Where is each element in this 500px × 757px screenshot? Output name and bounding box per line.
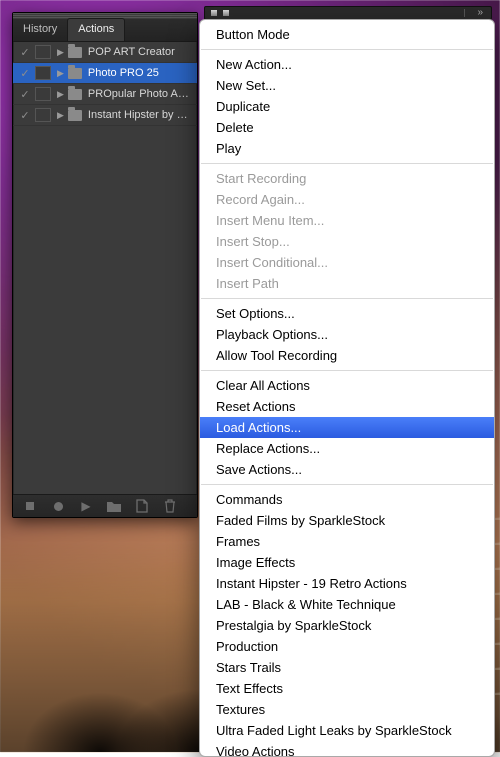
- disclosure-icon[interactable]: ▶: [57, 89, 64, 100]
- disclosure-icon[interactable]: ▶: [57, 110, 64, 121]
- menu-item[interactable]: New Set...: [200, 75, 494, 96]
- menu-separator: [201, 484, 493, 485]
- menu-item: Insert Stop...: [200, 231, 494, 252]
- folder-icon: [68, 68, 82, 79]
- dialog-toggle[interactable]: [35, 87, 51, 101]
- dialog-toggle[interactable]: [35, 45, 51, 59]
- tab-history[interactable]: History: [13, 19, 67, 41]
- checkmark-icon[interactable]: ✓: [17, 88, 33, 101]
- menu-item: Insert Menu Item...: [200, 210, 494, 231]
- action-set-row[interactable]: ✓ ▶ PROpular Photo Action: [13, 84, 197, 105]
- new-action-icon[interactable]: [135, 499, 149, 513]
- menu-item[interactable]: Commands: [200, 489, 494, 510]
- menu-item[interactable]: Load Actions...: [200, 417, 494, 438]
- menu-item[interactable]: Frames: [200, 531, 494, 552]
- actions-list: ✓ ▶ POP ART Creator ✓ ▶ Photo PRO 25 ✓ ▶ PROpula…: [13, 42, 197, 494]
- menu-item[interactable]: New Action...: [200, 54, 494, 75]
- actions-panel: History Actions ✓ ▶ POP ART Creator ✓ ▶ Photo…: [12, 12, 198, 518]
- disclosure-icon[interactable]: ▶: [57, 47, 64, 58]
- menu-item: Start Recording: [200, 168, 494, 189]
- action-set-label: POP ART Creator: [88, 46, 193, 58]
- menu-item[interactable]: Ultra Faded Light Leaks by SparkleStock: [200, 720, 494, 741]
- action-set-row[interactable]: ✓ ▶ Instant Hipster by Sp...: [13, 105, 197, 126]
- menu-item[interactable]: Save Actions...: [200, 459, 494, 480]
- menu-item[interactable]: Production: [200, 636, 494, 657]
- panel-footer: ▶: [13, 494, 197, 517]
- menu-item[interactable]: Clear All Actions: [200, 375, 494, 396]
- menu-separator: [201, 370, 493, 371]
- play-icon[interactable]: ▶: [79, 499, 93, 513]
- menu-item[interactable]: Duplicate: [200, 96, 494, 117]
- menu-item[interactable]: Replace Actions...: [200, 438, 494, 459]
- new-set-icon[interactable]: [107, 499, 121, 513]
- menu-separator: [201, 298, 493, 299]
- dialog-toggle[interactable]: [35, 108, 51, 122]
- folder-icon: [68, 110, 82, 121]
- dock-bar[interactable]: »: [204, 6, 492, 20]
- menu-item[interactable]: Textures: [200, 699, 494, 720]
- checkmark-icon[interactable]: ✓: [17, 109, 33, 122]
- action-set-row[interactable]: ✓ ▶ Photo PRO 25: [13, 63, 197, 84]
- menu-item[interactable]: Button Mode: [200, 24, 494, 45]
- dialog-toggle[interactable]: [35, 66, 51, 80]
- disclosure-icon[interactable]: ▶: [57, 68, 64, 79]
- dock-collapse-icon[interactable]: »: [464, 9, 485, 17]
- menu-item: Record Again...: [200, 189, 494, 210]
- menu-item[interactable]: Text Effects: [200, 678, 494, 699]
- menu-item[interactable]: Faded Films by SparkleStock: [200, 510, 494, 531]
- action-set-row[interactable]: ✓ ▶ POP ART Creator: [13, 42, 197, 63]
- action-set-label: PROpular Photo Action: [88, 88, 193, 100]
- menu-item[interactable]: Stars Trails: [200, 657, 494, 678]
- action-set-label: Instant Hipster by Sp...: [88, 109, 193, 121]
- checkmark-icon[interactable]: ✓: [17, 67, 33, 80]
- menu-item[interactable]: Playback Options...: [200, 324, 494, 345]
- menu-item[interactable]: Allow Tool Recording: [200, 345, 494, 366]
- checkmark-icon[interactable]: ✓: [17, 46, 33, 59]
- menu-item[interactable]: Instant Hipster - 19 Retro Actions: [200, 573, 494, 594]
- folder-icon: [68, 47, 82, 58]
- record-icon[interactable]: [51, 499, 65, 513]
- menu-item: Insert Path: [200, 273, 494, 294]
- menu-item[interactable]: LAB - Black & White Technique: [200, 594, 494, 615]
- trash-icon[interactable]: [163, 499, 177, 513]
- menu-item[interactable]: Prestalgia by SparkleStock: [200, 615, 494, 636]
- menu-item[interactable]: Video Actions: [200, 741, 494, 757]
- menu-item[interactable]: Image Effects: [200, 552, 494, 573]
- folder-icon: [68, 89, 82, 100]
- menu-item[interactable]: Reset Actions: [200, 396, 494, 417]
- tab-actions[interactable]: Actions: [67, 18, 125, 41]
- menu-item: Insert Conditional...: [200, 252, 494, 273]
- menu-separator: [201, 163, 493, 164]
- panel-tabs: History Actions: [13, 19, 197, 42]
- panel-menu: Button Mode New Action...New Set...Duplic…: [199, 19, 495, 757]
- menu-item[interactable]: Set Options...: [200, 303, 494, 324]
- action-set-label: Photo PRO 25: [88, 67, 193, 79]
- menu-separator: [201, 49, 493, 50]
- menu-item[interactable]: Play: [200, 138, 494, 159]
- stop-icon[interactable]: [23, 499, 37, 513]
- menu-item[interactable]: Delete: [200, 117, 494, 138]
